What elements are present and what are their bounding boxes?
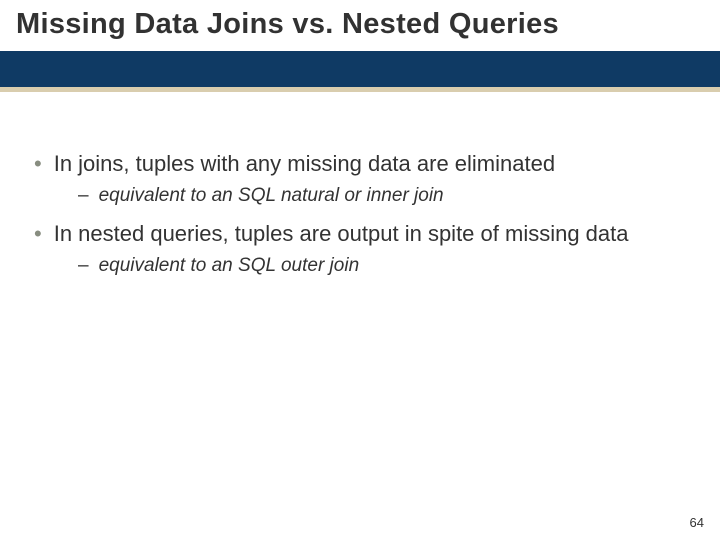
bullet-text: In nested queries, tuples are output in … bbox=[54, 220, 629, 248]
sub-bullet-marker: – bbox=[78, 184, 89, 208]
bullet-marker: • bbox=[34, 220, 42, 248]
sub-bullet-marker: – bbox=[78, 254, 89, 278]
bullet-text: In joins, tuples with any missing data a… bbox=[54, 150, 555, 178]
sub-bullet-item: – equivalent to an SQL natural or inner … bbox=[78, 184, 686, 208]
slide-content: • In joins, tuples with any missing data… bbox=[0, 92, 720, 278]
sub-bullet-text: equivalent to an SQL natural or inner jo… bbox=[99, 184, 444, 208]
sub-bullet-text: equivalent to an SQL outer join bbox=[99, 254, 360, 278]
page-number: 64 bbox=[690, 515, 704, 530]
bullet-item: • In joins, tuples with any missing data… bbox=[34, 150, 686, 178]
bullet-marker: • bbox=[34, 150, 42, 178]
header-band-dark bbox=[0, 51, 720, 87]
slide-title: Missing Data Joins vs. Nested Queries bbox=[16, 8, 704, 41]
sub-bullet-item: – equivalent to an SQL outer join bbox=[78, 254, 686, 278]
title-bar: Missing Data Joins vs. Nested Queries bbox=[0, 0, 720, 51]
bullet-item: • In nested queries, tuples are output i… bbox=[34, 220, 686, 248]
